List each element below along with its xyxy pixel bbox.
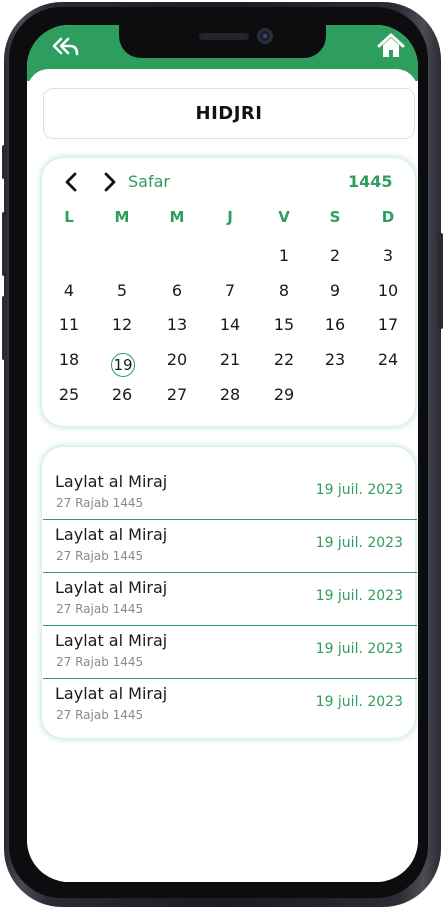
calendar-day[interactable]: 13 <box>163 315 191 334</box>
mute-switch <box>2 145 7 179</box>
calendar-day[interactable]: 18 <box>55 350 83 369</box>
calendar-day[interactable]: 27 <box>163 385 191 404</box>
calendar-day[interactable]: 22 <box>270 350 298 369</box>
event-hijri-date: 27 Rajab 1445 <box>56 549 144 563</box>
event-name: Laylat al Miraj <box>55 684 168 703</box>
calendar-day[interactable]: 24 <box>374 350 402 369</box>
event-row[interactable]: Laylat al Miraj 27 Rajab 1445 19 juil. 202… <box>43 472 417 524</box>
volume-down-button <box>2 296 7 360</box>
year-label[interactable]: 1445 <box>348 172 393 191</box>
event-row[interactable]: Laylat al Miraj 27 Rajab 1445 19 juil. 202… <box>43 578 417 630</box>
calendar-day[interactable]: 7 <box>216 281 244 300</box>
weekday-header: S <box>329 208 341 226</box>
event-hijri-date: 27 Rajab 1445 <box>56 602 144 616</box>
event-divider <box>43 678 417 679</box>
weekday-header: M <box>114 208 130 226</box>
calendar-day[interactable]: 20 <box>163 350 191 369</box>
event-hijri-date: 27 Rajab 1445 <box>56 708 144 722</box>
event-name: Laylat al Miraj <box>55 472 168 491</box>
event-row[interactable]: Laylat al Miraj 27 Rajab 1445 19 juil. 202… <box>43 525 417 577</box>
calendar-day[interactable]: 26 <box>108 385 136 404</box>
calendar-day[interactable]: 16 <box>321 315 349 334</box>
calendar-day[interactable]: 6 <box>163 281 191 300</box>
calendar-day[interactable]: 29 <box>270 385 298 404</box>
calendar-day[interactable]: 10 <box>374 281 402 300</box>
weekday-header: M <box>169 208 185 226</box>
event-divider <box>43 519 417 520</box>
power-button <box>438 233 443 329</box>
calendar-day[interactable]: 9 <box>321 281 349 300</box>
front-camera <box>257 28 273 44</box>
calendar-day[interactable]: 12 <box>108 315 136 334</box>
event-gregorian-date: 19 juil. 2023 <box>315 694 403 710</box>
calendar-day[interactable]: 23 <box>321 350 349 369</box>
event-gregorian-date: 19 juil. 2023 <box>315 482 403 498</box>
speaker <box>199 33 249 40</box>
event-hijri-date: 27 Rajab 1445 <box>56 655 144 669</box>
event-gregorian-date: 19 juil. 2023 <box>315 588 403 604</box>
weekday-header: L <box>64 208 74 226</box>
title-card: HIDJRI <box>43 88 415 139</box>
event-gregorian-date: 19 juil. 2023 <box>315 641 403 657</box>
calendar-day[interactable]: 8 <box>270 281 298 300</box>
calendar-day[interactable]: 5 <box>108 281 136 300</box>
calendar-day[interactable]: 28 <box>216 385 244 404</box>
volume-up-button <box>2 212 7 276</box>
weekday-header: V <box>278 208 290 226</box>
event-divider <box>43 572 417 573</box>
weekday-header: J <box>227 208 233 226</box>
event-row[interactable]: Laylat al Miraj 27 Rajab 1445 19 juil. 202… <box>43 684 417 736</box>
calendar-day[interactable]: 2 <box>321 246 349 265</box>
calendar-day[interactable]: 4 <box>55 281 83 300</box>
calendar-day[interactable]: 21 <box>216 350 244 369</box>
calendar-day[interactable]: 15 <box>270 315 298 334</box>
event-name: Laylat al Miraj <box>55 525 168 544</box>
double-back-arrow-icon[interactable] <box>52 36 80 58</box>
weekday-header: D <box>381 208 395 226</box>
event-row[interactable]: Laylat al Miraj 27 Rajab 1445 19 juil. 202… <box>43 631 417 683</box>
calendar-day[interactable]: 17 <box>374 315 402 334</box>
calendar-day[interactable]: 1 <box>270 246 298 265</box>
previous-month-button[interactable] <box>61 171 83 193</box>
month-label[interactable]: Safar <box>128 172 170 191</box>
home-icon[interactable] <box>377 33 405 59</box>
next-month-button[interactable] <box>98 171 120 193</box>
event-name: Laylat al Miraj <box>55 631 168 650</box>
calendar-day[interactable]: 11 <box>55 315 83 334</box>
calendar-day[interactable]: 25 <box>55 385 83 404</box>
notch <box>119 25 326 58</box>
event-name: Laylat al Miraj <box>55 578 168 597</box>
event-gregorian-date: 19 juil. 2023 <box>315 535 403 551</box>
event-divider <box>43 625 417 626</box>
page-title: HIDJRI <box>195 103 263 124</box>
calendar-day[interactable]: 14 <box>216 315 244 334</box>
event-hijri-date: 27 Rajab 1445 <box>56 496 144 510</box>
calendar-day-selected[interactable]: 19 <box>111 353 135 377</box>
calendar-day[interactable]: 3 <box>374 246 402 265</box>
